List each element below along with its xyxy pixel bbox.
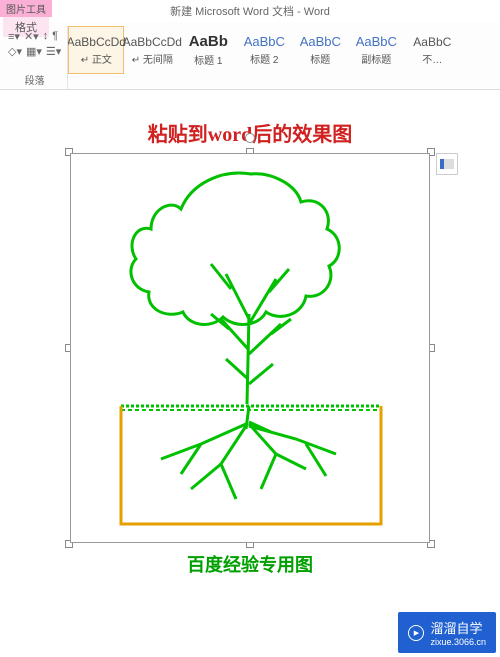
style-item-3[interactable]: AaBbC 标题 2 (236, 26, 292, 74)
play-icon (408, 625, 424, 641)
inserted-image[interactable] (70, 153, 430, 543)
paragraph-group: ≡▾ ✕▾ ↕ ¶ ◇▾ ▦▾ ☰▾ 段落 (2, 26, 68, 89)
style-item-0[interactable]: AaBbCcDd ↵ 正文 (68, 26, 124, 74)
style-preview: AaBb (189, 33, 228, 50)
style-name: 不… (422, 51, 442, 66)
align-icon[interactable]: ☰▾ (46, 45, 61, 58)
list-bullet-icon[interactable]: ≡▾ (8, 30, 20, 43)
paragraph-label: 段落 (25, 72, 45, 89)
style-item-6[interactable]: AaBbC 不… (404, 26, 460, 74)
style-item-2[interactable]: AaBb 标题 1 (180, 26, 236, 74)
shading-icon[interactable]: ◇▾ (8, 45, 22, 58)
style-preview: AaBbC (356, 34, 397, 49)
border-icon[interactable]: ▦▾ (26, 45, 42, 58)
watermark-url: zixue.3066.cn (430, 637, 486, 647)
layout-options-icon (440, 159, 454, 169)
watermark-text: 溜溜自学 (430, 621, 482, 636)
style-preview: AaBbCcDd (68, 35, 126, 49)
picture-tools-tab[interactable]: 图片工具 格式 (0, 0, 52, 22)
style-item-1[interactable]: AaBbCcDd ↵ 无间隔 (124, 26, 180, 74)
tree-drawing (71, 154, 431, 544)
style-name: 副标题 (361, 51, 391, 66)
rotate-handle[interactable] (245, 133, 255, 143)
style-name: 标题 (310, 51, 330, 66)
document-area: 粘贴到word后的效果图 (0, 90, 500, 650)
style-preview: AaBbC (300, 34, 341, 49)
style-preview: AaBbC (413, 35, 451, 49)
window-title: 新建 Microsoft Word 文档 - Word (170, 3, 330, 19)
watermark: 溜溜自学 zixue.3066.cn (398, 612, 496, 653)
style-name: 标题 1 (194, 52, 222, 67)
styles-gallery[interactable]: AaBbCcDd ↵ 正文 AaBbCcDd ↵ 无间隔 AaBb 标题 1 AaBbC 标题… (68, 26, 498, 89)
style-name: ↵ 无间隔 (132, 51, 173, 66)
indent-dec-icon[interactable]: ↕ (43, 30, 49, 43)
ribbon: ≡▾ ✕▾ ↕ ¶ ◇▾ ▦▾ ☰▾ 段落 AaBbCcDd↵ 正文AaBbCc… (0, 22, 500, 90)
caption-text: 百度经验专用图 (40, 551, 460, 577)
style-item-5[interactable]: AaBbC 副标题 (348, 26, 404, 74)
style-name: 标题 2 (250, 51, 278, 66)
layout-options-button[interactable] (436, 153, 458, 175)
image-container (70, 153, 430, 543)
context-tab-label: 图片工具 (0, 0, 52, 17)
show-marks-icon[interactable]: ¶ (52, 30, 58, 43)
style-preview: AaBbC (244, 34, 285, 49)
style-preview: AaBbCcDd (123, 35, 182, 49)
style-name: ↵ 正文 (81, 51, 112, 66)
sort-icon[interactable]: ✕▾ (24, 30, 39, 43)
style-item-4[interactable]: AaBbC 标题 (292, 26, 348, 74)
